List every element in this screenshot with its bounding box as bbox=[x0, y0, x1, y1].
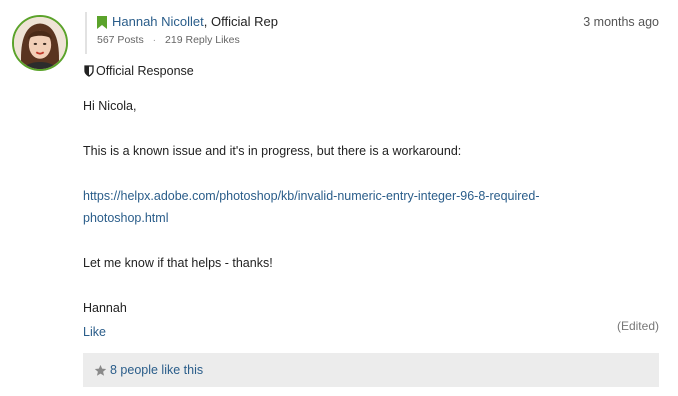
greeting-text: Hi Nicola, bbox=[83, 99, 137, 113]
edited-indicator: (Edited) bbox=[616, 319, 659, 333]
followup-text: Let me know if that helps - thanks! bbox=[83, 256, 273, 270]
avatar-image bbox=[14, 17, 66, 69]
author-role: , Official Rep bbox=[203, 14, 278, 29]
avatar[interactable] bbox=[12, 15, 68, 71]
author-line: Hannah Nicollet , Official Rep bbox=[97, 12, 278, 32]
post-body: Hi Nicola, This is a known issue and it'… bbox=[83, 95, 583, 319]
workaround-link-part2: photoshop.html bbox=[83, 211, 169, 225]
likes-count-link[interactable]: 8 people like this bbox=[110, 363, 203, 377]
star-icon bbox=[94, 364, 107, 376]
author-name-link[interactable]: Hannah Nicollet bbox=[112, 13, 204, 31]
official-response-text: Official Response bbox=[96, 64, 194, 78]
stats-separator: · bbox=[152, 34, 157, 46]
official-response-label: Official Response bbox=[84, 64, 194, 78]
likes-bar: 8 people like this bbox=[83, 353, 659, 387]
posts-count: 567 Posts bbox=[97, 34, 144, 46]
post-timestamp: 3 months ago bbox=[583, 15, 659, 29]
author-stats: 567 Posts · 219 Reply Likes bbox=[97, 34, 278, 46]
workaround-link[interactable]: https://helpx.adobe.com/photoshop/kb/inv… bbox=[83, 189, 540, 225]
bookmark-icon bbox=[97, 15, 107, 29]
signoff-text: Hannah bbox=[83, 301, 127, 315]
reply-likes-count: 219 Reply Likes bbox=[165, 34, 240, 46]
workaround-link-part1: https://helpx.adobe.com/photoshop/kb/inv… bbox=[83, 189, 540, 203]
issue-text: This is a known issue and it's in progre… bbox=[83, 144, 462, 158]
shield-icon bbox=[84, 65, 94, 77]
author-info: Hannah Nicollet , Official Rep 567 Posts… bbox=[85, 12, 278, 54]
like-button[interactable]: Like bbox=[83, 325, 106, 339]
